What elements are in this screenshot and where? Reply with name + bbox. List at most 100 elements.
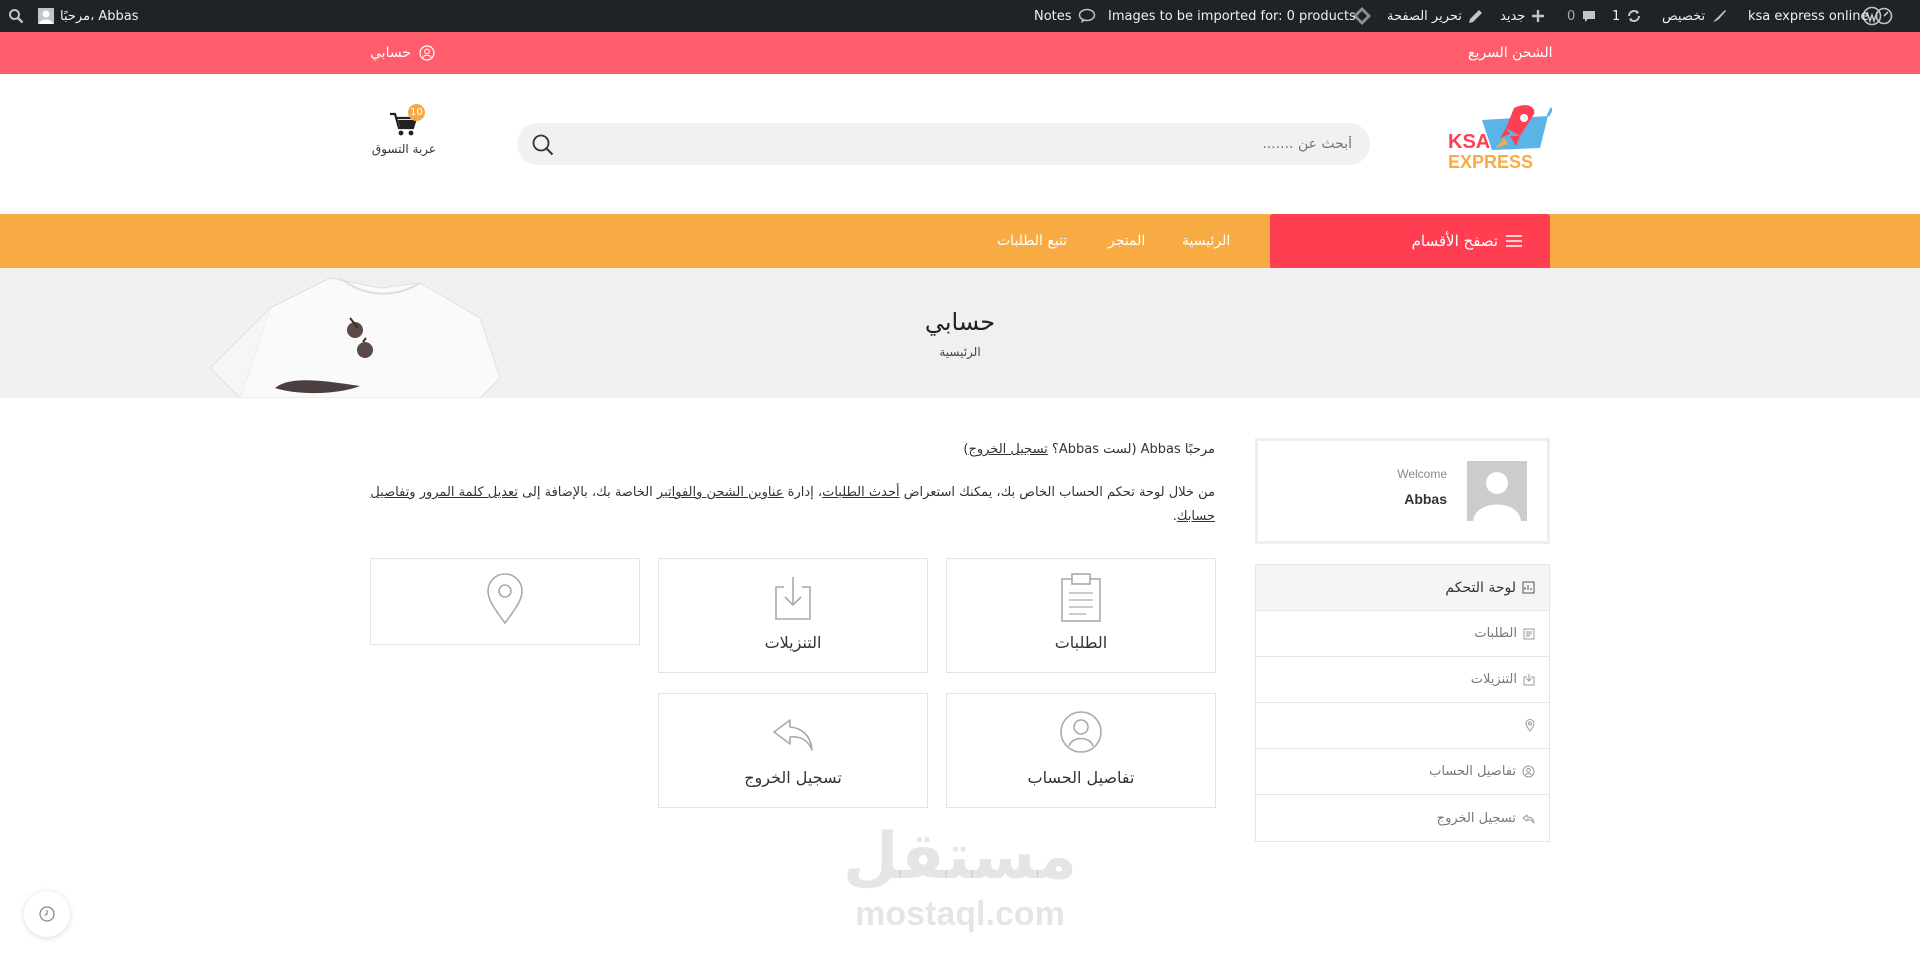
account-nav-account-details[interactable]: تفاصيل الحساب: [1256, 749, 1549, 795]
admin-howdy[interactable]: مرحبًا، Abbas: [38, 0, 139, 32]
howdy-label: مرحبًا، Abbas: [60, 8, 139, 24]
tile-orders[interactable]: الطلبات: [946, 558, 1216, 673]
fast-shipping-link[interactable]: الشحن السريع: [1468, 32, 1553, 74]
nav-shop[interactable]: المتجر: [1108, 214, 1145, 268]
notes-label: Notes: [1034, 8, 1072, 24]
intro-text-4: و: [409, 485, 420, 500]
main-nav: تصفح الأقسام الرئيسية المتجر تتبع الطلبا…: [0, 214, 1920, 268]
account-nav-addresses[interactable]: [1256, 703, 1549, 749]
nav-track-orders[interactable]: تتبع الطلبات: [997, 214, 1067, 268]
account-nav-downloads-label: التنزيلات: [1470, 672, 1517, 687]
fast-shipping-label: الشحن السريع: [1468, 45, 1553, 61]
admin-search-icon[interactable]: [8, 0, 24, 32]
hamburger-icon: [1506, 235, 1522, 247]
comments-count: 0: [1567, 8, 1576, 24]
my-account-label: حسابي: [370, 45, 411, 61]
nav-track-orders-label: تتبع الطلبات: [997, 233, 1068, 249]
watermark-arabic: مستقل: [842, 820, 1079, 894]
recent-orders-link[interactable]: أحدث الطلبات: [822, 485, 900, 500]
download-icon: [775, 577, 811, 620]
edit-page-label: تحرير الصفحة: [1387, 8, 1462, 24]
speech-bubble-icon: [1078, 8, 1095, 23]
admin-updates[interactable]: 1: [1612, 0, 1642, 32]
site-logo[interactable]: KSA EXPRESS: [1448, 104, 1554, 174]
profile-username: Abbas: [1404, 491, 1447, 507]
comment-icon: [1583, 11, 1596, 22]
intro-text-2: ، إدارة: [783, 485, 823, 500]
admin-comments[interactable]: 0: [1567, 0, 1597, 32]
tile-addresses[interactable]: [370, 558, 640, 645]
page-title-banner: حسابي الرئيسية: [0, 268, 1920, 398]
admin-bar: ksa express online تخصيص 1 0 جديد تحرير …: [0, 0, 1920, 32]
admin-edit-page[interactable]: تحرير الصفحة: [1387, 0, 1483, 32]
account-navigation: لوحة التحكم الطلبات التنزيلات تفاصيل الح…: [1255, 564, 1550, 842]
images-import-label: Images to be imported for: 0 products: [1108, 8, 1356, 24]
logout-link[interactable]: تسجيل الخروج: [968, 442, 1047, 457]
tile-downloads-label: التنزيلات: [764, 633, 822, 652]
clipboard-icon: [1061, 573, 1101, 622]
map-pin-icon: [1525, 719, 1535, 732]
top-bar: الشحن السريع حسابي: [0, 32, 1920, 74]
search-bar: [517, 123, 1370, 165]
account-nav-logout[interactable]: تسجيل الخروج: [1256, 795, 1549, 841]
history-button[interactable]: [24, 891, 70, 937]
site-name-label: ksa express online: [1748, 8, 1869, 24]
admin-customize[interactable]: تخصيص: [1662, 0, 1727, 32]
download-icon: [1523, 674, 1535, 686]
account-nav-logout-label: تسجيل الخروج: [1436, 810, 1516, 826]
plus-icon: [1532, 10, 1545, 22]
nav-home[interactable]: الرئيسية: [1182, 214, 1230, 268]
logo-text-express: EXPRESS: [1448, 152, 1534, 172]
cart-icon: 10: [387, 104, 425, 138]
cart-button[interactable]: 10 عربة التسوق: [364, 104, 444, 168]
clipboard-icon: [1523, 628, 1535, 640]
cart-label: عربة التسوق: [371, 142, 437, 156]
tile-logout[interactable]: تسجيل الخروج: [658, 693, 928, 808]
account-nav-orders-label: الطلبات: [1474, 626, 1517, 641]
dashboard-icon: [1522, 581, 1535, 594]
clock-icon: [39, 906, 55, 922]
edit-password-link[interactable]: تعديل كلمة المرور: [420, 485, 518, 500]
cart-count-badge: 10: [408, 104, 425, 121]
account-nav-account-details-label: تفاصيل الحساب: [1429, 764, 1516, 779]
dashboard-icon: [1875, 7, 1892, 25]
profile-card: Welcome Abbas: [1255, 438, 1550, 544]
map-pin-icon: [487, 573, 523, 625]
profile-welcome: Welcome: [1397, 467, 1447, 481]
tile-account-details-label: تفاصيل الحساب: [1027, 768, 1135, 787]
tile-logout-label: تسجيل الخروج: [744, 768, 842, 787]
new-label: جديد: [1500, 8, 1526, 24]
logo-text-ksa: KSA: [1448, 131, 1491, 153]
user-circle-icon: [419, 45, 435, 61]
customize-label: تخصيص: [1662, 8, 1706, 24]
my-account-link[interactable]: حسابي: [370, 32, 435, 74]
search-input[interactable]: [592, 123, 1352, 165]
welcome-message: مرحبًا Abbas (لست Abbas؟ تسجيل الخروج): [370, 438, 1215, 462]
avatar: [38, 8, 54, 24]
user-circle-icon: [1522, 765, 1535, 778]
watermark-latin: mostaql.com: [855, 895, 1065, 933]
tile-downloads[interactable]: التنزيلات: [658, 558, 928, 673]
browse-categories-button[interactable]: تصفح الأقسام: [1270, 214, 1550, 268]
tile-account-details[interactable]: تفاصيل الحساب: [946, 693, 1216, 808]
hello-prefix: مرحبًا Abbas (لست Abbas؟: [1047, 442, 1215, 457]
addresses-link[interactable]: عناوين الشحن والفواتير: [657, 485, 784, 500]
reply-arrow-icon: [773, 719, 813, 751]
user-circle-icon: [1060, 711, 1102, 753]
browse-categories-label: تصفح الأقسام: [1411, 232, 1498, 250]
search-icon[interactable]: [531, 133, 555, 157]
pencil-icon: [1468, 9, 1482, 23]
admin-new[interactable]: جديد: [1500, 0, 1545, 32]
account-nav-dashboard-label: لوحة التحكم: [1445, 579, 1516, 596]
updates-count: 1: [1612, 8, 1621, 24]
admin-notes[interactable]: Notes: [1034, 0, 1096, 32]
admin-site-name[interactable]: ksa express online: [1748, 0, 1893, 32]
account-nav-dashboard[interactable]: لوحة التحكم: [1256, 565, 1549, 611]
breadcrumb[interactable]: الرئيسية: [0, 345, 1920, 359]
refresh-icon: [1628, 10, 1641, 22]
page-title: حسابي: [924, 308, 996, 336]
account-nav-downloads[interactable]: التنزيلات: [1256, 657, 1549, 703]
dashboard-intro: من خلال لوحة تحكم الحساب الخاص بك، يمكنك…: [370, 481, 1215, 529]
admin-images-import[interactable]: Images to be imported for: 0 products: [1108, 0, 1356, 32]
account-nav-orders[interactable]: الطلبات: [1256, 611, 1549, 657]
